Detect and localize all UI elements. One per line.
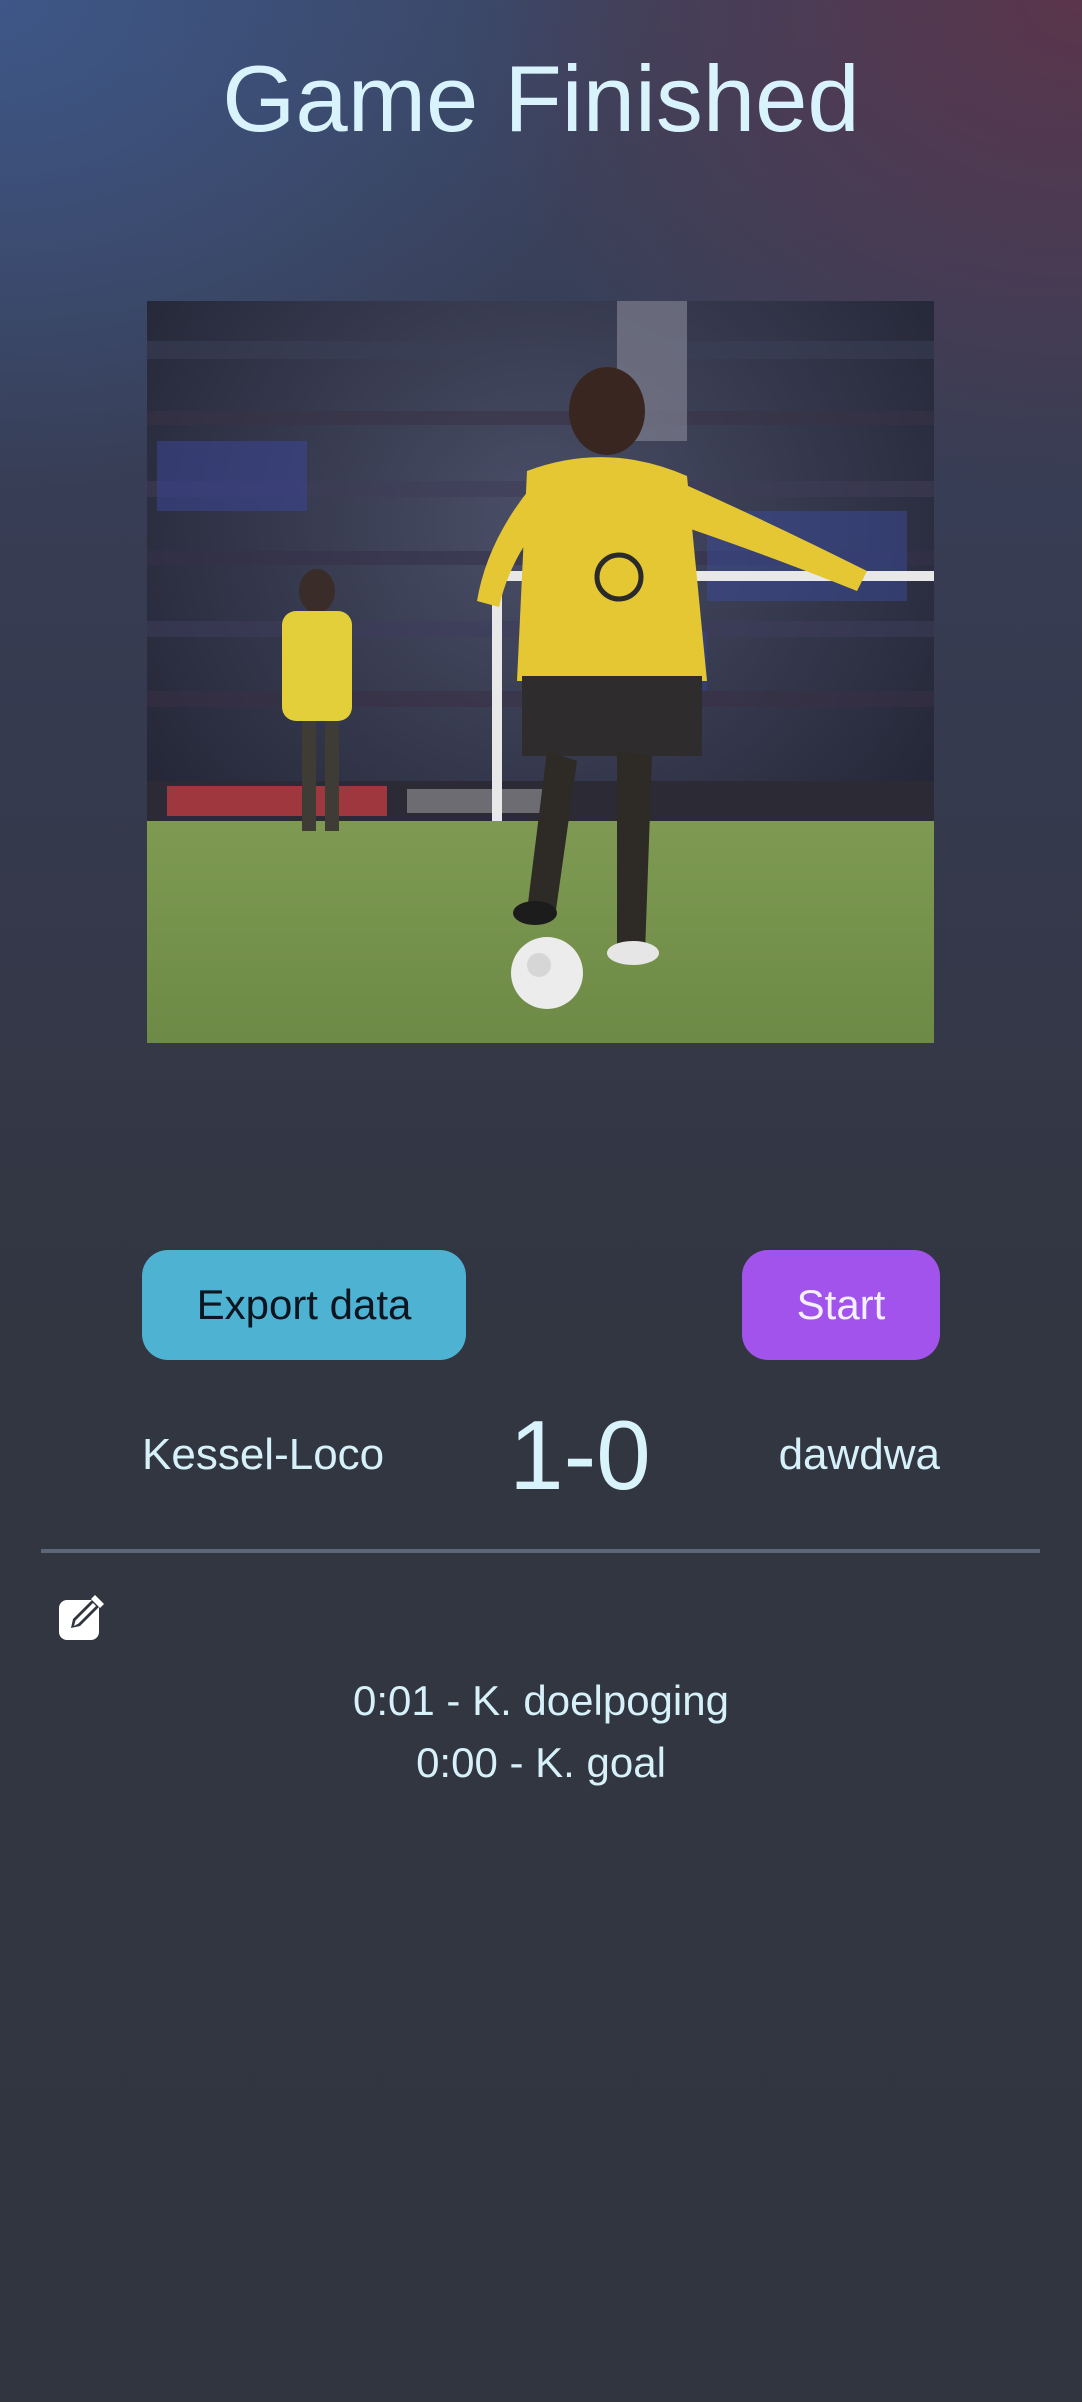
match-score: 1-0	[509, 1400, 651, 1510]
divider	[41, 1549, 1040, 1553]
export-data-button[interactable]: Export data	[142, 1250, 466, 1360]
event-log: 0:01 - K. doelpoging 0:00 - K. goal	[0, 1670, 1082, 1794]
home-team-name: Kessel-Loco	[142, 1430, 385, 1479]
away-team-name: dawdwa	[778, 1430, 940, 1479]
start-button[interactable]: Start	[742, 1250, 940, 1360]
edit-icon[interactable]	[59, 1592, 107, 1640]
list-item: 0:00 - K. goal	[416, 1739, 666, 1786]
page-title: Game Finished	[222, 46, 860, 151]
list-item: 0:01 - K. doelpoging	[353, 1677, 729, 1724]
celebration-gif	[147, 301, 934, 1043]
